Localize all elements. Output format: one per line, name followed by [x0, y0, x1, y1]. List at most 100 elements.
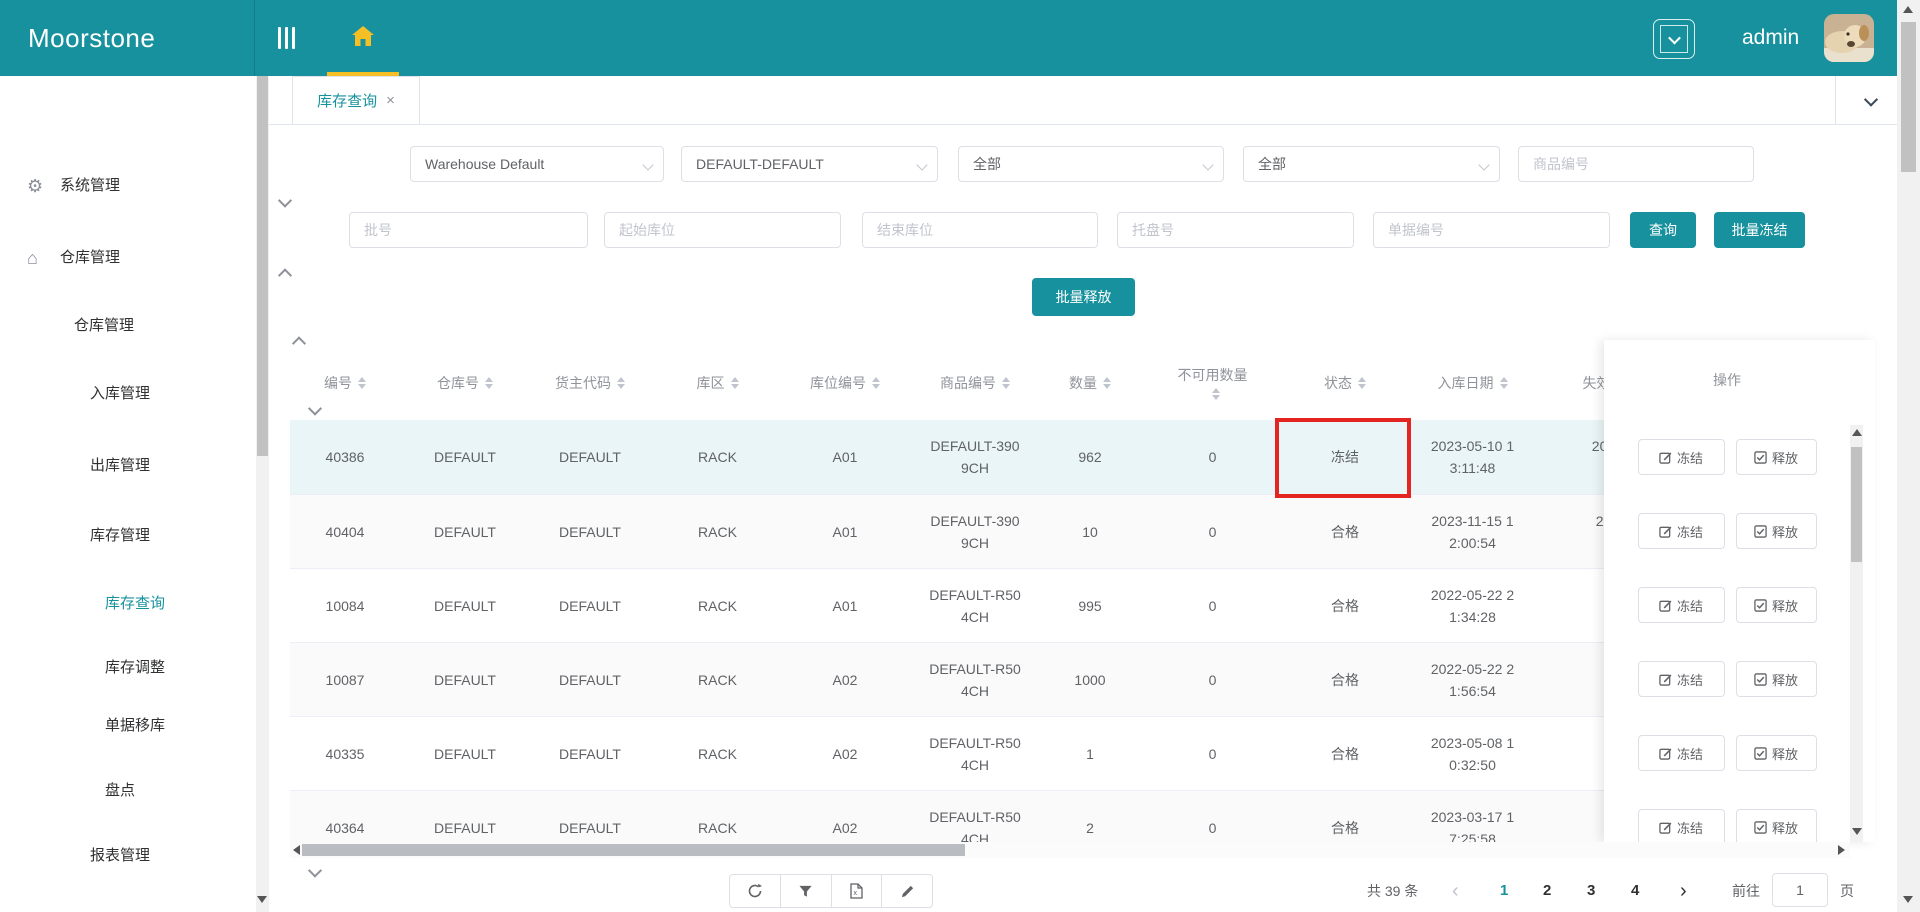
batch-freeze-button[interactable]: 批量冻结: [1714, 212, 1805, 248]
filter-button[interactable]: [779, 875, 831, 907]
col-header-location[interactable]: 库位编号: [785, 345, 905, 420]
release-button[interactable]: 释放: [1735, 587, 1817, 623]
sidebar-item-warehouse-mgmt-sub[interactable]: 仓库管理: [0, 306, 330, 351]
doc-no-input[interactable]: [1373, 212, 1610, 248]
cell-unavailable: 0: [1208, 523, 1217, 540]
goto-label: 前往: [1732, 883, 1760, 899]
horizontal-scrollbar-thumb[interactable]: [302, 844, 965, 856]
scroll-up-icon[interactable]: [1903, 6, 1913, 13]
sidebar-scrollbar[interactable]: [256, 76, 269, 912]
release-button[interactable]: 释放: [1735, 513, 1817, 549]
table-row[interactable]: 10087 DEFAULT DEFAULT RACK A02 DEFAULT-R…: [290, 642, 1690, 716]
cell-location: A01: [832, 523, 858, 540]
search-button[interactable]: 查询: [1630, 212, 1696, 248]
home-tab[interactable]: [327, 0, 399, 76]
table-row[interactable]: 40364 DEFAULT DEFAULT RACK A02 DEFAULT-R…: [290, 790, 1690, 842]
end-location-input[interactable]: [862, 212, 1098, 248]
edit-columns-button[interactable]: [881, 875, 932, 907]
status-select[interactable]: 全部: [1243, 146, 1500, 182]
scroll-right-icon[interactable]: [1838, 845, 1845, 855]
prev-page-icon[interactable]: ‹: [1452, 874, 1459, 908]
freeze-button[interactable]: 冻结: [1637, 587, 1725, 623]
start-location-input[interactable]: [604, 212, 841, 248]
export-button[interactable]: x: [830, 875, 882, 907]
home-icon: [352, 25, 374, 51]
sidebar-scrollbar-thumb[interactable]: [257, 76, 268, 456]
pencil-icon: [901, 885, 913, 897]
table-body: 40386 DEFAULT DEFAULT RACK A01 DEFAULT-3…: [290, 420, 1690, 842]
window-scrollbar-thumb[interactable]: [1901, 22, 1916, 172]
sku-input[interactable]: [1518, 146, 1754, 182]
freeze-button[interactable]: 冻结: [1637, 809, 1725, 842]
col-header-warehouse[interactable]: 仓库号: [400, 345, 530, 420]
freeze-button[interactable]: 冻结: [1637, 513, 1725, 549]
col-header-inbound-date[interactable]: 入库日期: [1400, 345, 1545, 420]
batch-no-input[interactable]: [349, 212, 588, 248]
cell-owner: DEFAULT: [559, 819, 621, 836]
close-icon[interactable]: ×: [386, 92, 395, 109]
page-number-2[interactable]: 2: [1543, 874, 1551, 908]
warehouse-select[interactable]: Warehouse Default: [410, 146, 664, 182]
status-select-value: 全部: [1258, 156, 1286, 172]
tab-list-dropdown-button[interactable]: [1849, 86, 1893, 116]
panel-scrollbar[interactable]: [1850, 425, 1863, 842]
page-number-1[interactable]: 1: [1500, 874, 1508, 908]
cell-owner: DEFAULT: [559, 597, 621, 614]
freeze-button[interactable]: 冻结: [1637, 661, 1725, 697]
goto-page-input[interactable]: [1772, 873, 1828, 907]
window-scrollbar[interactable]: [1897, 0, 1920, 912]
edit-icon: [1659, 673, 1672, 686]
col-header-qty[interactable]: 数量: [1045, 345, 1135, 420]
release-button[interactable]: 释放: [1735, 661, 1817, 697]
col-header-owner[interactable]: 货主代码: [530, 345, 650, 420]
release-button[interactable]: 释放: [1735, 735, 1817, 771]
scroll-down-icon[interactable]: [257, 896, 267, 903]
page-number-4[interactable]: 4: [1631, 874, 1639, 908]
chevron-down-icon: [277, 193, 293, 208]
scroll-down-icon[interactable]: [1852, 828, 1862, 835]
sidebar-item-import-mgmt[interactable]: 导入管理: [0, 906, 346, 912]
next-page-icon[interactable]: ›: [1680, 874, 1687, 908]
scroll-down-icon[interactable]: [1903, 896, 1913, 903]
col-header-status[interactable]: 状态: [1290, 345, 1400, 420]
scroll-left-icon[interactable]: [293, 845, 300, 855]
cell-owner: DEFAULT: [559, 449, 621, 465]
pallet-no-input[interactable]: [1117, 212, 1354, 248]
release-button[interactable]: 释放: [1735, 439, 1817, 475]
cell-id: 10087: [325, 671, 365, 688]
user-dropdown-button[interactable]: [1653, 19, 1695, 59]
table-row[interactable]: 40386 DEFAULT DEFAULT RACK A01 DEFAULT-3…: [290, 420, 1690, 494]
zone-select[interactable]: 全部: [958, 146, 1224, 182]
cell-sku: DEFAULT-390 9CH: [930, 438, 1020, 476]
table-row[interactable]: 10084 DEFAULT DEFAULT RACK A01 DEFAULT-R…: [290, 568, 1690, 642]
edit-icon: [1659, 747, 1672, 760]
col-header-unavailable[interactable]: 不可用数量: [1135, 345, 1290, 420]
col-header-id[interactable]: 编号: [290, 345, 400, 420]
scroll-up-icon[interactable]: [1852, 429, 1862, 436]
col-header-sku[interactable]: 商品编号: [905, 345, 1045, 420]
sidebar-collapse-icon[interactable]: [278, 27, 304, 49]
cell-location: A02: [832, 745, 858, 762]
cell-sku: DEFAULT-R50 4CH: [929, 586, 1021, 625]
row-actions: 冻结 释放: [1604, 568, 1850, 642]
table-row[interactable]: 40404 DEFAULT DEFAULT RACK A01 DEFAULT-3…: [290, 494, 1690, 568]
cell-unavailable: 0: [1208, 597, 1217, 614]
sort-caret-icon: [1103, 376, 1111, 389]
annotation-red-box: [1275, 418, 1411, 498]
cell-id: 40386: [325, 449, 365, 465]
batch-release-button[interactable]: 批量释放: [1032, 278, 1135, 316]
panel-scrollbar-thumb[interactable]: [1851, 447, 1862, 562]
freeze-button[interactable]: 冻结: [1637, 735, 1725, 771]
col-header-zone[interactable]: 库区: [650, 345, 785, 420]
tab-inventory-query[interactable]: 库存查询 ×: [292, 76, 420, 124]
refresh-button[interactable]: [730, 875, 780, 907]
username-label[interactable]: admin: [1742, 0, 1799, 76]
chevron-down-icon: [307, 863, 323, 878]
release-button[interactable]: 释放: [1735, 809, 1817, 842]
table-horizontal-scrollbar[interactable]: [290, 842, 1850, 858]
avatar[interactable]: [1824, 14, 1874, 62]
table-row[interactable]: 40335 DEFAULT DEFAULT RACK A02 DEFAULT-R…: [290, 716, 1690, 790]
owner-select[interactable]: DEFAULT-DEFAULT: [681, 146, 938, 182]
freeze-button[interactable]: 冻结: [1637, 439, 1725, 475]
page-number-3[interactable]: 3: [1587, 874, 1595, 908]
